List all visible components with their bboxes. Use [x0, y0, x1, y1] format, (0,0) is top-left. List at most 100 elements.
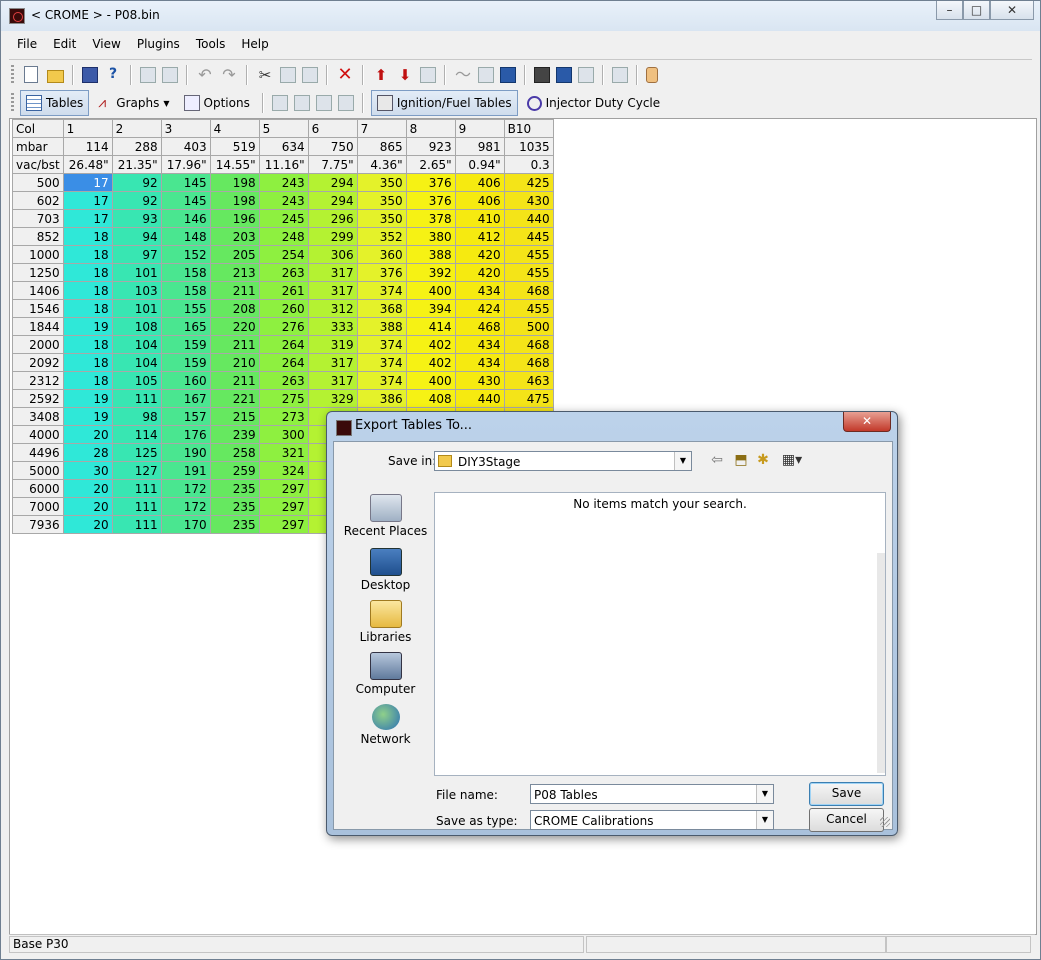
table-cell[interactable]: 93 — [111, 209, 162, 228]
table-cell[interactable]: 386 — [356, 389, 407, 408]
table-cell[interactable]: 28 — [62, 443, 113, 462]
options-button[interactable]: Options — [179, 91, 255, 115]
table-cell[interactable]: 463 — [503, 371, 554, 390]
table-cell[interactable]: 420 — [454, 263, 505, 282]
table-cell[interactable]: 294 — [307, 173, 358, 192]
table-cell[interactable]: 306 — [307, 245, 358, 264]
table-cell[interactable]: 145 — [160, 173, 211, 192]
table-cell[interactable]: 20 — [62, 425, 113, 444]
save-button[interactable]: Save — [809, 782, 884, 806]
copy-icon[interactable] — [280, 66, 296, 83]
table-cell[interactable]: 205 — [209, 245, 260, 264]
table-cell[interactable]: 243 — [258, 173, 309, 192]
table-cell[interactable]: 297 — [258, 497, 309, 516]
maximize-button[interactable]: □ — [963, 1, 990, 20]
table-cell[interactable]: 350 — [356, 209, 407, 228]
table-cell[interactable]: 420 — [454, 245, 505, 264]
menu-edit[interactable]: Edit — [45, 34, 84, 56]
file-name-input[interactable]: P08 Tables ▼ — [530, 784, 774, 804]
open-folder-icon[interactable] — [47, 69, 64, 83]
table-cell[interactable]: 500 — [503, 317, 554, 336]
table-cell[interactable]: 261 — [258, 281, 309, 300]
table-cell[interactable]: 440 — [454, 389, 505, 408]
table-cell[interactable]: 468 — [503, 353, 554, 372]
table-cell[interactable]: 248 — [258, 227, 309, 246]
save-as-type-select[interactable]: CROME Calibrations ▼ — [530, 810, 774, 830]
table-cell[interactable]: 210 — [209, 353, 260, 372]
table-cell[interactable]: 406 — [454, 191, 505, 210]
table-cell[interactable]: 18 — [62, 299, 113, 318]
table-cell[interactable]: 333 — [307, 317, 358, 336]
table-cell[interactable]: 264 — [258, 353, 309, 372]
table-cell[interactable]: 159 — [160, 353, 211, 372]
table-cell[interactable]: 211 — [209, 281, 260, 300]
table-cell[interactable]: 158 — [160, 263, 211, 282]
table-cell[interactable]: 103 — [111, 281, 162, 300]
view-menu-icon[interactable]: ▦▾ — [778, 451, 806, 469]
place-desktop[interactable]: Desktop — [340, 548, 431, 592]
table-cell[interactable]: 434 — [454, 335, 505, 354]
line-graph-icon[interactable]: 〜 — [454, 65, 472, 84]
table-cell[interactable]: 152 — [160, 245, 211, 264]
table-cell[interactable]: 275 — [258, 389, 309, 408]
table-cell[interactable]: 260 — [258, 299, 309, 318]
table-cell[interactable]: 127 — [111, 461, 162, 480]
table-cell[interactable]: 111 — [111, 497, 162, 516]
table-cell[interactable]: 17 — [62, 191, 113, 210]
table-cell[interactable]: 297 — [258, 515, 309, 534]
table-cell[interactable]: 198 — [209, 191, 260, 210]
table-cell[interactable]: 374 — [356, 353, 407, 372]
cancel-button[interactable]: Cancel — [809, 808, 884, 832]
table-cell[interactable]: 254 — [258, 245, 309, 264]
table-cell[interactable]: 475 — [503, 389, 554, 408]
settings-icon[interactable] — [420, 66, 436, 83]
table-cell[interactable]: 157 — [160, 407, 211, 426]
table-cell[interactable]: 101 — [111, 299, 162, 318]
table-cell[interactable]: 18 — [62, 353, 113, 372]
hand-icon[interactable] — [646, 66, 658, 83]
table-cell[interactable]: 160 — [160, 371, 211, 390]
place-computer[interactable]: Computer — [340, 652, 431, 696]
table-cell[interactable]: 104 — [111, 353, 162, 372]
table-cell[interactable]: 300 — [258, 425, 309, 444]
table-cell[interactable]: 108 — [111, 317, 162, 336]
table-cell[interactable]: 30 — [62, 461, 113, 480]
table-cell[interactable]: 374 — [356, 281, 407, 300]
chevron-down-icon[interactable]: ▼ — [756, 811, 773, 829]
table-cell[interactable]: 378 — [405, 209, 456, 228]
menu-view[interactable]: View — [84, 34, 128, 56]
table-cell[interactable]: 317 — [307, 281, 358, 300]
title-bar[interactable]: < CROME > - P08.bin – □ ✕ — [1, 1, 1040, 31]
table-cell[interactable]: 374 — [356, 371, 407, 390]
table-cell[interactable]: 196 — [209, 209, 260, 228]
table-cell[interactable]: 92 — [111, 173, 162, 192]
table-cell[interactable]: 221 — [209, 389, 260, 408]
file-list[interactable]: No items match your search. — [434, 492, 886, 776]
redo-icon[interactable]: ↷ — [220, 65, 238, 84]
table-cell[interactable]: 263 — [258, 371, 309, 390]
table-cell[interactable]: 243 — [258, 191, 309, 210]
table-cell[interactable]: 190 — [160, 443, 211, 462]
back-icon[interactable]: ⇦ — [708, 451, 726, 469]
table-cell[interactable]: 468 — [454, 317, 505, 336]
table-cell[interactable]: 198 — [209, 173, 260, 192]
table-cell[interactable]: 111 — [111, 479, 162, 498]
save-as-icon[interactable]: ? — [104, 66, 122, 84]
table-cell[interactable]: 410 — [454, 209, 505, 228]
table-cell[interactable]: 440 — [503, 209, 554, 228]
table-cell[interactable]: 376 — [356, 263, 407, 282]
eraser-icon[interactable] — [612, 66, 628, 83]
table-cell[interactable]: 20 — [62, 515, 113, 534]
table-cell[interactable]: 455 — [503, 299, 554, 318]
table-cell[interactable]: 211 — [209, 335, 260, 354]
close-button[interactable]: ✕ — [990, 1, 1034, 20]
table-cell[interactable]: 215 — [209, 407, 260, 426]
table-cell[interactable]: 18 — [62, 263, 113, 282]
grid-icon[interactable] — [500, 66, 516, 83]
table-cell[interactable]: 18 — [62, 245, 113, 264]
chip-icon[interactable] — [534, 66, 550, 83]
table-cell[interactable]: 400 — [405, 371, 456, 390]
table-cell[interactable]: 445 — [503, 227, 554, 246]
table-cell[interactable]: 145 — [160, 191, 211, 210]
table-cell[interactable]: 19 — [62, 389, 113, 408]
